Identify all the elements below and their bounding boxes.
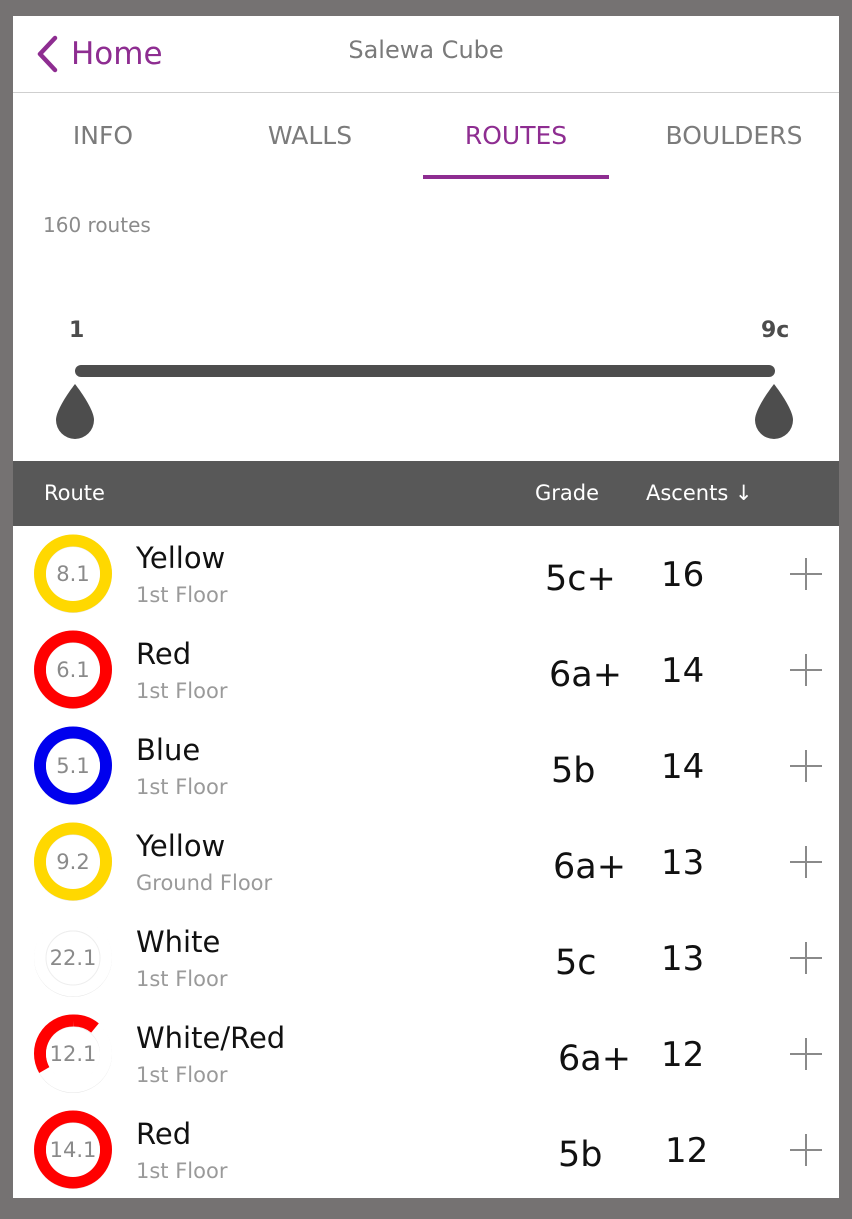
route-grade: 5b	[558, 1135, 603, 1175]
route-number: 14.1	[49, 1138, 97, 1162]
route-grade: 5b	[551, 751, 596, 791]
plus-icon	[790, 942, 822, 974]
route-number: 5.1	[56, 754, 90, 778]
route-color-badge: 6.1	[33, 630, 113, 710]
route-number: 22.1	[49, 946, 97, 970]
column-grade[interactable]: Grade	[535, 461, 599, 526]
route-name: White	[136, 925, 221, 959]
back-label: Home	[71, 36, 163, 72]
route-floor: 1st Floor	[136, 1159, 228, 1183]
route-floor: 1st Floor	[136, 967, 228, 991]
route-name: Yellow	[136, 541, 226, 575]
route-floor: Ground Floor	[136, 871, 273, 895]
route-floor: 1st Floor	[136, 583, 228, 607]
plus-icon	[790, 558, 822, 590]
route-row[interactable]: 6.1 Red 1st Floor 6a+ 14	[13, 623, 839, 719]
route-name: White/Red	[136, 1021, 286, 1055]
grade-range-track[interactable]	[75, 365, 775, 377]
route-ascents: 16	[661, 555, 705, 595]
route-row[interactable]: 9.2 Yellow Ground Floor 6a+ 13	[13, 815, 839, 911]
route-ascents: 14	[661, 651, 705, 691]
route-ascents: 12	[661, 1035, 705, 1075]
plus-icon	[790, 654, 822, 686]
route-name: Red	[136, 1117, 192, 1151]
add-ascent-button[interactable]	[789, 749, 823, 783]
active-tab-indicator	[423, 175, 609, 179]
tab-info[interactable]: INFO	[43, 93, 163, 179]
route-name: Yellow	[136, 829, 226, 863]
route-ascents: 13	[661, 843, 705, 883]
column-ascents[interactable]: Ascents ↓	[646, 461, 753, 526]
grade-max-handle[interactable]	[753, 382, 795, 440]
route-ascents: 13	[661, 939, 705, 979]
chevron-left-icon	[35, 35, 59, 73]
grade-max-label: 9c	[761, 318, 790, 343]
route-ascents: 14	[661, 747, 705, 787]
plus-icon	[790, 846, 822, 878]
route-number: 12.1	[49, 1042, 97, 1066]
route-floor: 1st Floor	[136, 775, 228, 799]
route-grade: 6a+	[553, 847, 627, 887]
tab-bar: INFO WALLS ROUTES BOULDERS	[13, 93, 839, 183]
tab-boulders[interactable]: BOULDERS	[655, 93, 813, 179]
plus-icon	[790, 750, 822, 782]
route-color-badge: 22.1	[33, 918, 113, 998]
route-color-badge: 14.1	[33, 1110, 113, 1190]
route-number: 6.1	[56, 658, 90, 682]
plus-icon	[790, 1038, 822, 1070]
header: Salewa Cube Home	[13, 16, 839, 93]
route-color-badge: 5.1	[33, 726, 113, 806]
plus-icon	[790, 1134, 822, 1166]
route-number: 9.2	[56, 850, 90, 874]
route-color-badge: 9.2	[33, 822, 113, 902]
route-color-badge: 12.1	[33, 1014, 113, 1094]
add-ascent-button[interactable]	[789, 941, 823, 975]
route-ascents: 12	[665, 1131, 709, 1171]
route-floor: 1st Floor	[136, 679, 228, 703]
route-row[interactable]: 22.1 White 1st Floor 5c 13	[13, 911, 839, 1007]
tab-walls[interactable]: WALLS	[245, 93, 375, 179]
route-row[interactable]: 14.1 Red 1st Floor 5b 12	[13, 1103, 839, 1198]
table-header: Route Grade Ascents ↓	[13, 461, 839, 526]
route-name: Blue	[136, 733, 201, 767]
tab-routes[interactable]: ROUTES	[433, 93, 599, 179]
route-grade: 6a+	[549, 655, 623, 695]
route-grade: 5c	[555, 943, 597, 983]
route-count: 160 routes	[43, 213, 151, 237]
route-number: 8.1	[56, 562, 90, 586]
route-floor: 1st Floor	[136, 1063, 228, 1087]
add-ascent-button[interactable]	[789, 1037, 823, 1071]
route-row[interactable]: 5.1 Blue 1st Floor 5b 14	[13, 719, 839, 815]
route-grade: 6a+	[558, 1039, 632, 1079]
add-ascent-button[interactable]	[789, 1133, 823, 1167]
screen: Salewa Cube Home INFO WALLS ROUTES BOULD…	[13, 16, 839, 1198]
route-row[interactable]: 12.1 White/Red 1st Floor 6a+ 12	[13, 1007, 839, 1103]
back-button[interactable]: Home	[35, 24, 163, 84]
add-ascent-button[interactable]	[789, 845, 823, 879]
add-ascent-button[interactable]	[789, 557, 823, 591]
grade-min-label: 1	[69, 318, 85, 343]
route-color-badge: 8.1	[33, 534, 113, 614]
grade-min-handle[interactable]	[54, 382, 96, 440]
add-ascent-button[interactable]	[789, 653, 823, 687]
column-route[interactable]: Route	[44, 461, 105, 526]
route-row[interactable]: 8.1 Yellow 1st Floor 5c+ 16	[13, 527, 839, 623]
route-grade: 5c+	[545, 559, 616, 599]
route-name: Red	[136, 637, 192, 671]
